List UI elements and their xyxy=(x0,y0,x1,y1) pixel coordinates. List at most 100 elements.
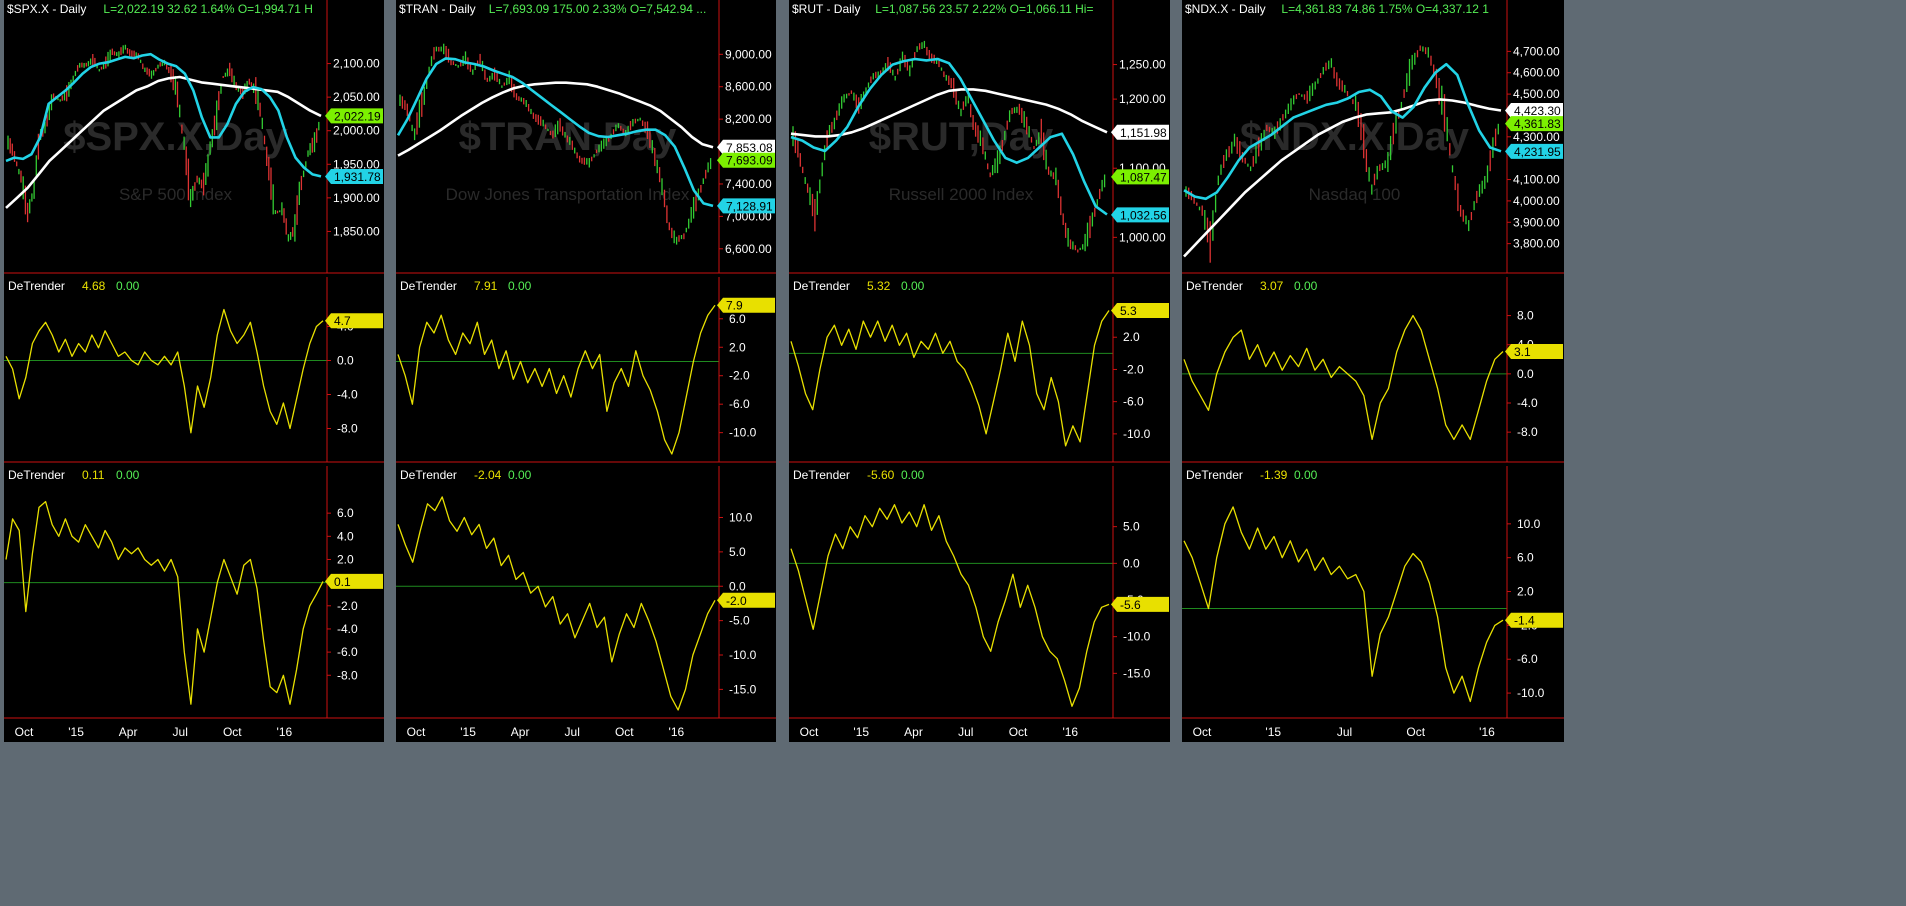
x-tick-label: Apr xyxy=(904,725,923,739)
x-tick-label: Oct xyxy=(1193,725,1212,739)
chart-panel-spx: $SPX.X,Day S&P 500 Index $SPX.X - Daily L=2… xyxy=(4,0,384,742)
detrender-tick-label: 0.0 xyxy=(1517,367,1534,381)
chart-values-header: L=4,361.83 74.86 1.75% O=4,337.12 1 xyxy=(1281,2,1489,16)
x-tick-label: Oct xyxy=(1406,725,1425,739)
detrender-tick-label: -6.0 xyxy=(337,645,358,659)
x-tick-label: Jul xyxy=(958,725,973,739)
watermark-subtitle: Dow Jones Transportation Index xyxy=(446,185,690,204)
watermark-subtitle: S&P 500 Index xyxy=(119,185,233,204)
detrender-tick-label: -8.0 xyxy=(337,422,358,436)
value-badge-label: -1.4 xyxy=(1514,614,1535,628)
chart-panel-rut: $RUT,DayRussell 2000 Index$RUT - Daily L=… xyxy=(789,0,1170,742)
detrender-tick-label: -15.0 xyxy=(1123,666,1151,680)
value-badge-label: 1,151.98 xyxy=(1120,126,1167,140)
detrender-tick-label: 2.0 xyxy=(729,340,746,354)
x-tick-label: Oct xyxy=(800,725,819,739)
price-tick-label: 3,900.00 xyxy=(1513,215,1560,229)
price-tick-label: 4,700.00 xyxy=(1513,44,1560,58)
x-tick-label: Apr xyxy=(119,725,138,739)
price-tick-label: 2,050.00 xyxy=(333,90,380,104)
price-tick-label: 1,250.00 xyxy=(1119,58,1166,72)
value-badge-label: 4,231.95 xyxy=(1514,145,1561,159)
x-tick-label: Oct xyxy=(407,725,426,739)
chart-symbol-header: $NDX.X - Daily xyxy=(1185,2,1266,16)
price-tick-label: 1,000.00 xyxy=(1119,230,1166,244)
price-tick-label: 2,000.00 xyxy=(333,124,380,138)
chart-values-header: L=2,022.19 32.62 1.64% O=1,994.71 H xyxy=(103,2,313,16)
x-tick-label: '15 xyxy=(1265,725,1281,739)
x-tick-label: '16 xyxy=(1479,725,1495,739)
x-tick-label: Oct xyxy=(1009,725,1028,739)
value-badge-label: 3.1 xyxy=(1514,345,1531,359)
detrender-value: 7.91 xyxy=(474,279,498,293)
price-tick-label: 4,000.00 xyxy=(1513,194,1560,208)
chart-values-header: L=7,693.09 175.00 2.33% O=7,542.94 ... xyxy=(489,2,707,16)
detrender-value: 3.07 xyxy=(1260,279,1284,293)
chart-symbol-header: $RUT - Daily xyxy=(792,2,860,16)
detrender-zero-value: 0.00 xyxy=(901,468,925,482)
detrender-value: 5.32 xyxy=(867,279,891,293)
chart-symbol-header: $SPX.X - Daily xyxy=(7,2,86,16)
detrender-tick-label: -10.0 xyxy=(729,648,757,662)
detrender-tick-label: 0.0 xyxy=(729,579,746,593)
detrender-tick-label: 2.0 xyxy=(337,552,354,566)
detrender-tick-label: -4.0 xyxy=(1517,396,1538,410)
price-tick-label: 6,600.00 xyxy=(725,242,772,256)
value-badge-label: 7,693.09 xyxy=(726,154,773,168)
x-tick-label: Oct xyxy=(15,725,34,739)
detrender-tick-label: -8.0 xyxy=(1517,425,1538,439)
detrender-tick-label: 0.0 xyxy=(337,354,354,368)
price-tick-label: 1,200.00 xyxy=(1119,92,1166,106)
x-tick-label: '16 xyxy=(1062,725,1078,739)
detrender-zero-value: 0.00 xyxy=(508,279,532,293)
detrender-tick-label: 2.0 xyxy=(1123,330,1140,344)
detrender-label: DeTrender xyxy=(1186,468,1243,482)
detrender-tick-label: -10.0 xyxy=(729,426,757,440)
detrender-tick-label: -2.0 xyxy=(337,599,358,613)
price-tick-label: 2,100.00 xyxy=(333,57,380,71)
price-tick-label: 4,300.00 xyxy=(1513,130,1560,144)
detrender-tick-label: -5.0 xyxy=(729,614,750,628)
detrender-tick-label: -4.0 xyxy=(337,388,358,402)
price-tick-label: 1,900.00 xyxy=(333,191,380,205)
value-badge-label: -2.0 xyxy=(726,594,747,608)
detrender-value: -5.60 xyxy=(867,468,895,482)
detrender-zero-value: 0.00 xyxy=(901,279,925,293)
price-tick-label: 8,200.00 xyxy=(725,112,772,126)
detrender-value: -1.39 xyxy=(1260,468,1288,482)
watermark-symbol: $SPX.X,Day xyxy=(63,115,288,159)
chart-panel-ndx: $NDX.X,DayNasdaq 100$NDX.X - Daily L=4,36… xyxy=(1182,0,1564,742)
value-badge-label: 4,361.83 xyxy=(1514,117,1561,131)
detrender-tick-label: 6.0 xyxy=(337,506,354,520)
detrender-label: DeTrender xyxy=(793,468,850,482)
detrender-label: DeTrender xyxy=(793,279,850,293)
price-tick-label: 7,400.00 xyxy=(725,177,772,191)
value-badge-label: 0.1 xyxy=(334,575,351,589)
price-tick-label: 9,000.00 xyxy=(725,47,772,61)
detrender-tick-label: -2.0 xyxy=(1123,362,1144,376)
detrender-tick-label: -6.0 xyxy=(729,397,750,411)
value-badge-label: 7,853.08 xyxy=(726,141,773,155)
detrender-tick-label: 8.0 xyxy=(1517,309,1534,323)
value-badge-label: 1,032.56 xyxy=(1120,208,1167,222)
detrender-tick-label: 10.0 xyxy=(729,511,753,525)
detrender-tick-label: 10.0 xyxy=(1517,517,1541,531)
value-badge-label: 7,128.91 xyxy=(726,199,773,213)
chart-symbol-header: $TRAN - Daily xyxy=(399,2,476,16)
detrender-zero-value: 0.00 xyxy=(116,468,140,482)
detrender-tick-label: -6.0 xyxy=(1123,395,1144,409)
watermark-subtitle: Russell 2000 Index xyxy=(889,185,1034,204)
chart-values-header: L=1,087.56 23.57 2.22% O=1,066.11 Hi= xyxy=(875,2,1093,16)
detrender-value: 0.11 xyxy=(82,468,105,482)
price-tick-label: 1,850.00 xyxy=(333,224,380,238)
price-tick-label: 4,100.00 xyxy=(1513,173,1560,187)
detrender-tick-label: 2.0 xyxy=(1517,585,1534,599)
value-badge-label: 1,931.78 xyxy=(334,170,381,184)
x-tick-label: '16 xyxy=(277,725,293,739)
x-tick-label: '15 xyxy=(853,725,869,739)
value-badge-label: 7.9 xyxy=(726,299,743,313)
detrender-tick-label: -4.0 xyxy=(337,622,358,636)
detrender-zero-value: 0.00 xyxy=(1294,468,1318,482)
price-tick-label: 4,600.00 xyxy=(1513,66,1560,80)
value-badge-label: 4,423.30 xyxy=(1514,104,1561,118)
